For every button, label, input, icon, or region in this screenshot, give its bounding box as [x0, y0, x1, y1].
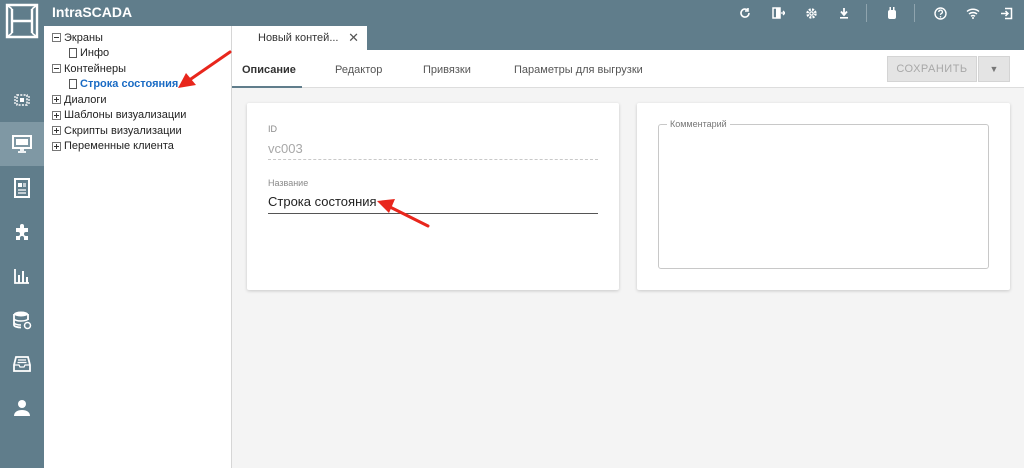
chevron-down-icon: ▼: [989, 64, 999, 74]
document-icon[interactable]: [0, 166, 44, 210]
name-field[interactable]: Строка состояния: [268, 194, 377, 209]
tab-editor[interactable]: Редактор: [335, 64, 382, 76]
tree-node-scripts[interactable]: Скрипты визуализации: [44, 123, 231, 139]
refresh-icon[interactable]: [737, 5, 753, 21]
editor-toolbar: Описание Редактор Привязки Параметры для…: [232, 50, 1024, 88]
plugin-icon[interactable]: [884, 5, 900, 21]
archive-icon[interactable]: [0, 342, 44, 386]
collapse-icon[interactable]: [52, 33, 61, 43]
tree-node-label: Переменные клиента: [64, 140, 174, 153]
help-icon[interactable]: [932, 5, 948, 21]
annotation-arrow-tree: [178, 50, 232, 88]
tab-export-params[interactable]: Параметры для выгрузки: [514, 64, 643, 76]
document-tab[interactable]: Новый контей... ✕: [232, 26, 367, 50]
download-icon[interactable]: [836, 5, 852, 21]
database-icon[interactable]: [0, 298, 44, 342]
export-icon[interactable]: [770, 5, 786, 21]
tree-node-label: Строка состояния: [80, 78, 179, 91]
active-tab-indicator: [232, 86, 302, 88]
collapse-icon[interactable]: [52, 64, 61, 74]
top-bar: IntraSCADA: [0, 0, 1024, 26]
app-title: IntraSCADA: [52, 4, 133, 20]
tree-node-label: Скрипты визуализации: [64, 124, 182, 137]
tree-node-screens[interactable]: Экраны: [44, 30, 231, 46]
close-icon[interactable]: ✕: [348, 30, 359, 46]
tree-node-label: Экраны: [64, 31, 103, 44]
file-icon: [69, 79, 77, 90]
tree-node-client-vars[interactable]: Переменные клиента: [44, 139, 231, 155]
save-dropdown-button[interactable]: ▼: [978, 56, 1010, 82]
expand-icon[interactable]: [52, 141, 61, 151]
comment-label: Комментарий: [667, 119, 730, 129]
monitor-icon[interactable]: [0, 122, 44, 166]
settings-icon[interactable]: [803, 5, 819, 21]
id-field: vc003: [268, 141, 303, 156]
expand-icon[interactable]: [52, 95, 61, 105]
expand-icon[interactable]: [52, 126, 61, 136]
toolbar-separator-2: [914, 4, 915, 22]
expand-icon[interactable]: [52, 110, 61, 120]
comment-textarea[interactable]: Комментарий: [658, 119, 989, 269]
tab-bindings[interactable]: Привязки: [423, 64, 471, 76]
save-button[interactable]: СОХРАНИТЬ: [887, 56, 977, 82]
tree-node-label: Инфо: [80, 47, 110, 60]
user-icon[interactable]: [0, 386, 44, 430]
app-logo[interactable]: [0, 0, 44, 44]
tree-node-label: Диалоги: [64, 93, 107, 106]
comment-card: Комментарий: [637, 103, 1010, 290]
tree-node-dialogs[interactable]: Диалоги: [44, 92, 231, 108]
chart-icon[interactable]: [0, 254, 44, 298]
document-tab-strip: Новый контей... ✕: [232, 26, 1024, 50]
id-field-underline: [268, 159, 598, 160]
logout-icon[interactable]: [998, 5, 1014, 21]
document-tab-label: Новый контей...: [258, 32, 339, 44]
tree-node-label: Шаблоны визуализации: [64, 109, 187, 122]
file-icon: [69, 48, 77, 59]
id-label: ID: [268, 124, 277, 134]
tree-node-label: Контейнеры: [64, 62, 126, 75]
puzzle-icon[interactable]: [0, 210, 44, 254]
wifi-icon[interactable]: [965, 5, 981, 21]
annotation-arrow-name: [377, 199, 430, 228]
chip-icon[interactable]: [0, 78, 44, 122]
tree-node-templates[interactable]: Шаблоны визуализации: [44, 108, 231, 124]
top-icons: [720, 0, 1014, 26]
tab-description[interactable]: Описание: [242, 64, 296, 76]
left-rail: [0, 26, 44, 468]
name-label: Название: [268, 178, 309, 188]
toolbar-separator: [866, 4, 867, 22]
